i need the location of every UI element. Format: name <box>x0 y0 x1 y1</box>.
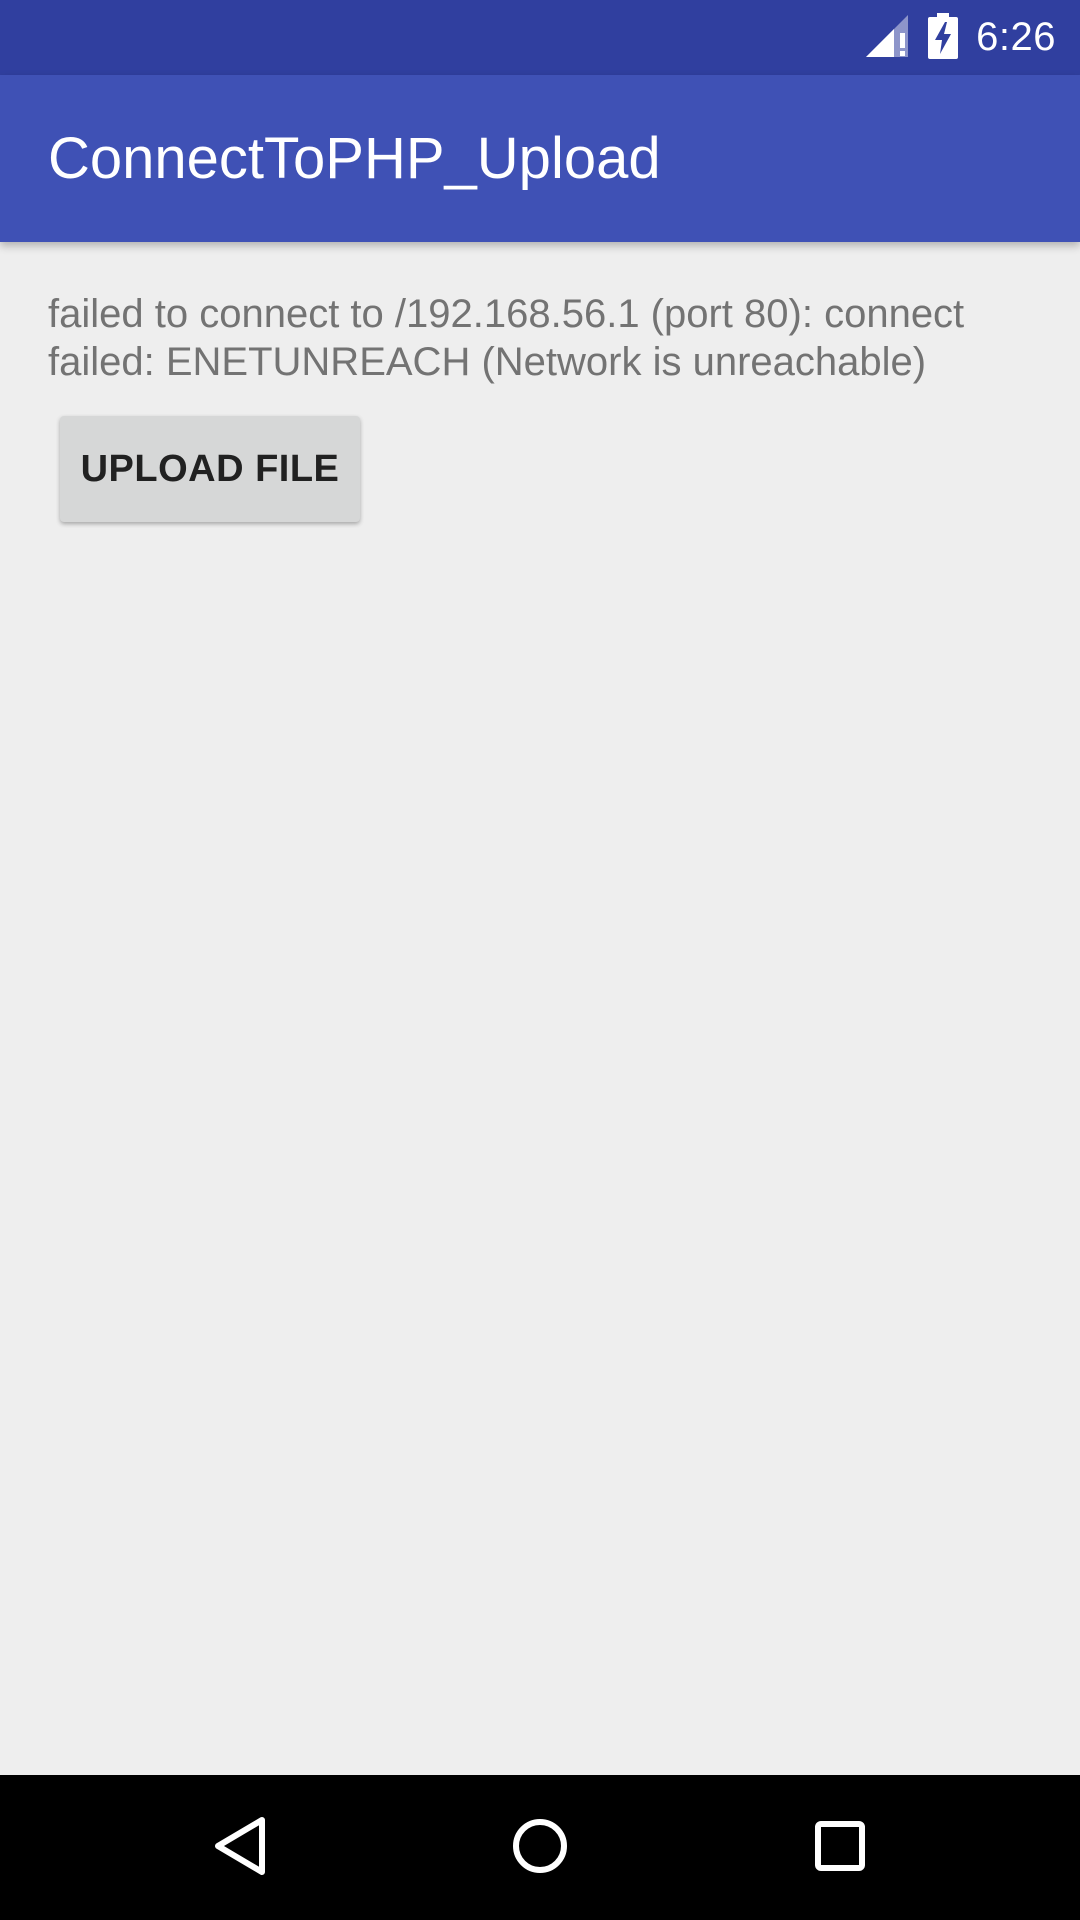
app-bar: ConnectToPHP_Upload <box>0 75 1080 242</box>
app-title: ConnectToPHP_Upload <box>48 126 661 191</box>
recents-button[interactable] <box>760 1775 920 1920</box>
home-icon <box>511 1817 569 1879</box>
recents-icon <box>814 1820 866 1876</box>
upload-file-button[interactable]: UPLOAD FILE <box>60 416 360 522</box>
status-bar: 6:26 <box>0 0 1080 75</box>
battery-charging-icon <box>928 12 959 63</box>
screen: 6:26 ConnectToPHP_Upload failed to conne… <box>0 0 1080 1920</box>
signal-no-data-icon <box>864 13 910 63</box>
main-content: failed to connect to /192.168.56.1 (port… <box>48 290 1038 386</box>
connection-error-message: failed to connect to /192.168.56.1 (port… <box>48 292 965 384</box>
back-icon <box>212 1816 268 1880</box>
status-icons: 6:26 <box>864 0 1056 75</box>
status-time: 6:26 <box>976 15 1056 59</box>
home-button[interactable] <box>460 1775 620 1920</box>
navigation-bar <box>0 1775 1080 1920</box>
back-button[interactable] <box>160 1775 320 1920</box>
